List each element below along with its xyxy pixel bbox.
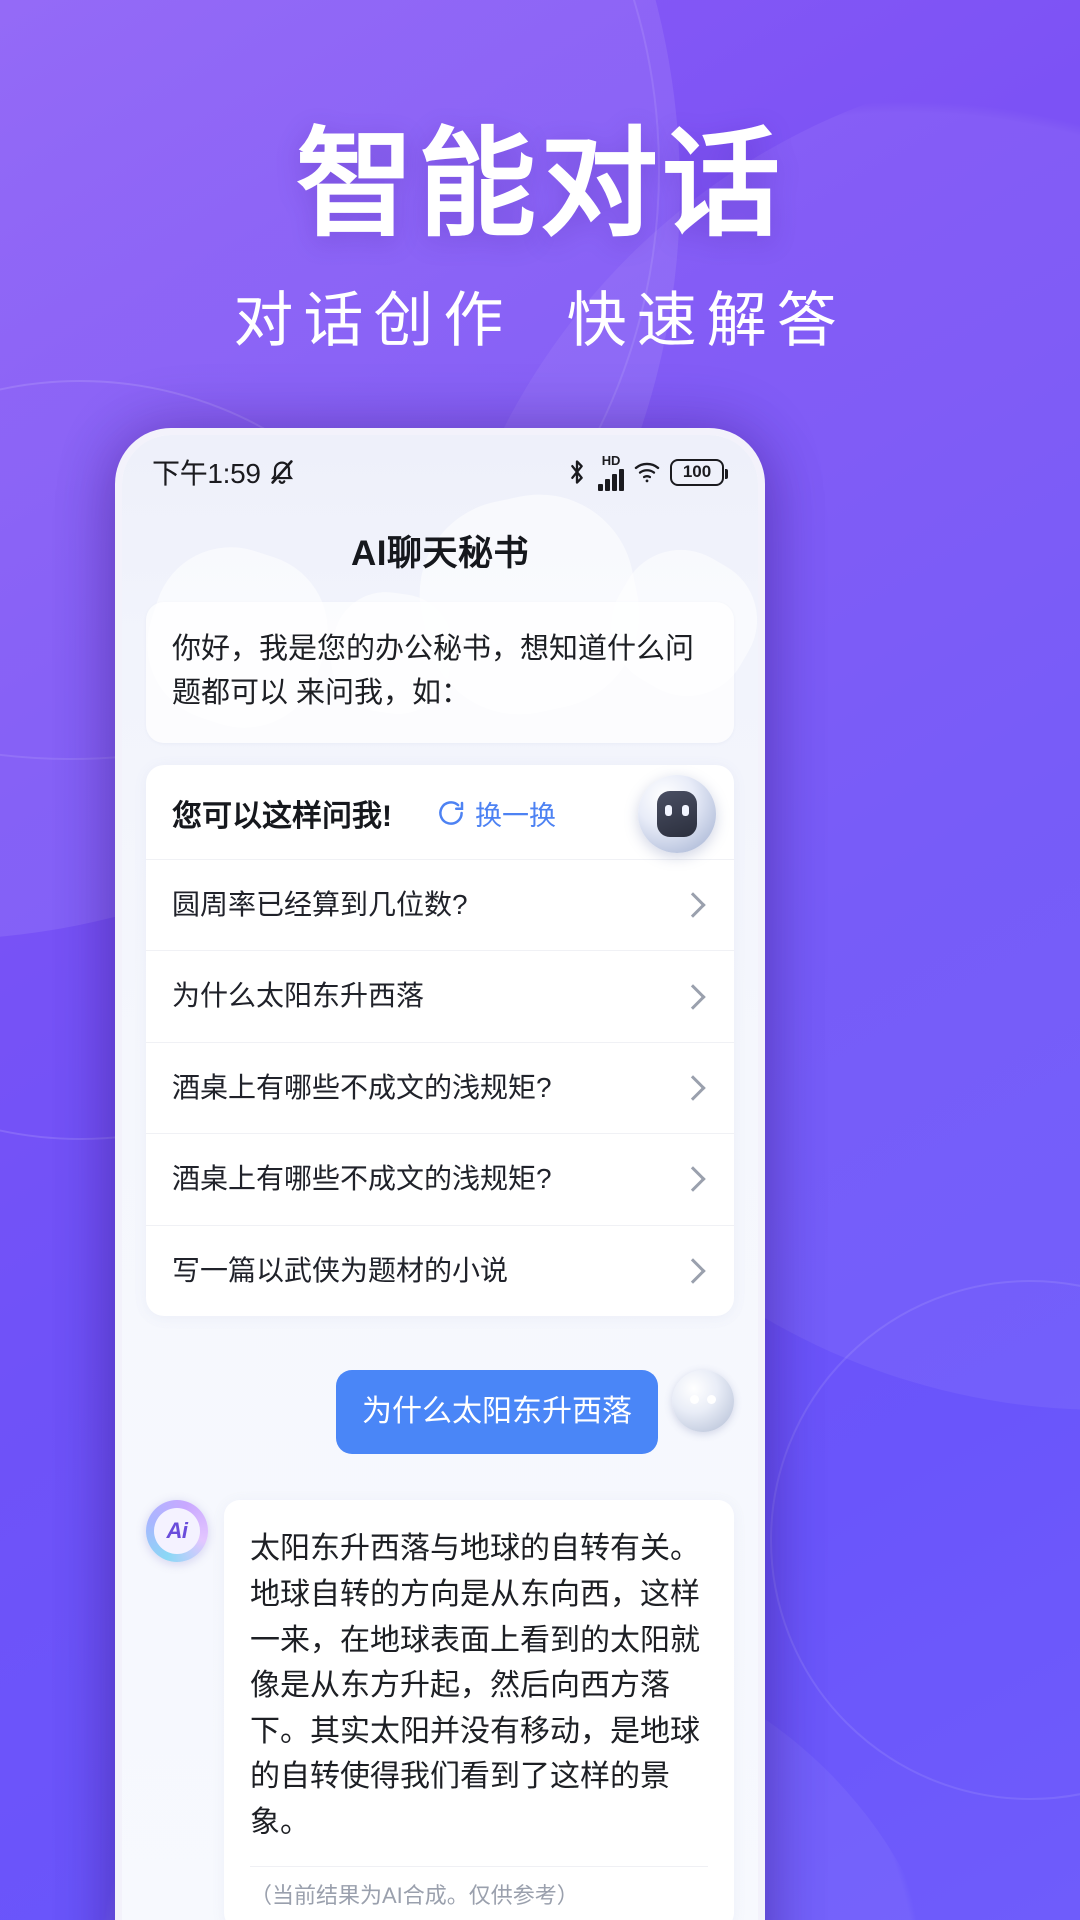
suggestion-item[interactable]: 为什么太阳东升西落 xyxy=(146,950,734,1041)
hd-signal-icon: HD xyxy=(598,454,624,491)
suggestion-item[interactable]: 酒桌上有哪些不成文的浅规矩? xyxy=(146,1041,734,1133)
ai-message-bubble: 太阳东升西落与地球的自转有关。地球自转的方向是从东向西，这样一来，在地球表面上看… xyxy=(224,1500,734,1920)
promo-background: 智能对话 对话创作 快速解答 下午1:59 HD 100 AI聊天秘书 你好，我… xyxy=(0,0,1080,1920)
ai-avatar-label: Ai xyxy=(154,1508,200,1555)
status-bar: 下午1:59 HD 100 xyxy=(122,435,758,509)
hd-label: HD xyxy=(601,452,621,468)
chevron-right-icon xyxy=(680,892,706,918)
chevron-right-icon xyxy=(680,1075,706,1101)
chat-scroll-area[interactable]: 你好，我是您的办公秘书，想知道什么问题都可以 来问我，如： 您可以这样问我! 换… xyxy=(122,602,758,1920)
status-bar-clock: 下午1:59 xyxy=(152,458,261,489)
ai-greeting-bubble: 你好，我是您的办公秘书，想知道什么问题都可以 来问我，如： xyxy=(146,602,734,743)
user-message-bubble: 为什么太阳东升西落 xyxy=(336,1369,658,1455)
promo-subheadline: 对话创作 快速解答 xyxy=(233,287,847,354)
suggestion-text: 酒桌上有哪些不成文的浅规矩? xyxy=(172,1163,552,1195)
suggestion-text: 为什么太阳东升西落 xyxy=(172,980,425,1012)
ai-disclaimer: （当前结果为AI合成。仅供参考） xyxy=(250,1882,579,1908)
status-bar-left: 下午1:59 xyxy=(152,452,296,492)
suggestion-item[interactable]: 圆周率已经算到几位数? xyxy=(146,859,734,950)
promo-text-block: 智能对话 对话创作 快速解答 xyxy=(0,126,1080,354)
ai-message-row: Ai 太阳东升西落与地球的自转有关。地球自转的方向是从东向西，这样一来，在地球表… xyxy=(146,1500,734,1920)
bell-muted-icon xyxy=(268,458,296,486)
suggestion-text: 写一篇以武侠为题材的小说 xyxy=(172,1254,509,1286)
ai-avatar: Ai xyxy=(146,1500,208,1563)
suggestion-text: 圆周率已经算到几位数? xyxy=(172,889,468,920)
suggestion-item[interactable]: 酒桌上有哪些不成文的浅规矩? xyxy=(146,1133,734,1224)
status-bar-right: HD 100 xyxy=(565,454,728,491)
promo-headline: 智能对话 xyxy=(295,119,784,251)
suggestion-text: 酒桌上有哪些不成文的浅规矩? xyxy=(172,1071,552,1103)
wifi-icon xyxy=(633,460,661,484)
decorative-ring-bottom-right xyxy=(770,1280,1080,1800)
phone-screen: 下午1:59 HD 100 AI聊天秘书 你好，我是您的办公秘书，想知道什么问题… xyxy=(122,435,758,1920)
battery-indicator: 100 xyxy=(670,458,728,486)
signal-bars-icon xyxy=(598,468,624,491)
phone-mockup: 下午1:59 HD 100 AI聊天秘书 你好，我是您的办公秘书，想知道什么问题… xyxy=(115,428,765,1920)
chevron-right-icon xyxy=(680,1166,706,1193)
page-title: AI聊天秘书 xyxy=(350,534,529,573)
chevron-right-icon xyxy=(680,1258,706,1284)
user-message-row: 为什么太阳东升西落 xyxy=(146,1369,734,1455)
refresh-icon xyxy=(436,798,466,828)
refresh-label: 换一换 xyxy=(475,800,556,831)
bluetooth-icon xyxy=(565,458,589,486)
ai-message-text: 太阳东升西落与地球的自转有关。地球自转的方向是从东向西，这样一来，在地球表面上看… xyxy=(250,1532,700,1840)
suggestions-card: 您可以这样问我! 换一换 圆周率已经算到几位数? 为什么太阳东升西落 酒桌上有哪… xyxy=(146,765,734,1316)
user-robot-avatar-icon xyxy=(672,1369,734,1432)
chevron-right-icon xyxy=(680,983,706,1010)
suggestion-item[interactable]: 写一篇以武侠为题材的小说 xyxy=(146,1224,734,1316)
refresh-suggestions-button[interactable]: 换一换 xyxy=(436,794,556,833)
suggestions-title: 您可以这样问我! xyxy=(172,800,392,833)
robot-avatar-icon xyxy=(638,775,716,853)
suggestions-header: 您可以这样问我! 换一换 xyxy=(146,765,734,859)
